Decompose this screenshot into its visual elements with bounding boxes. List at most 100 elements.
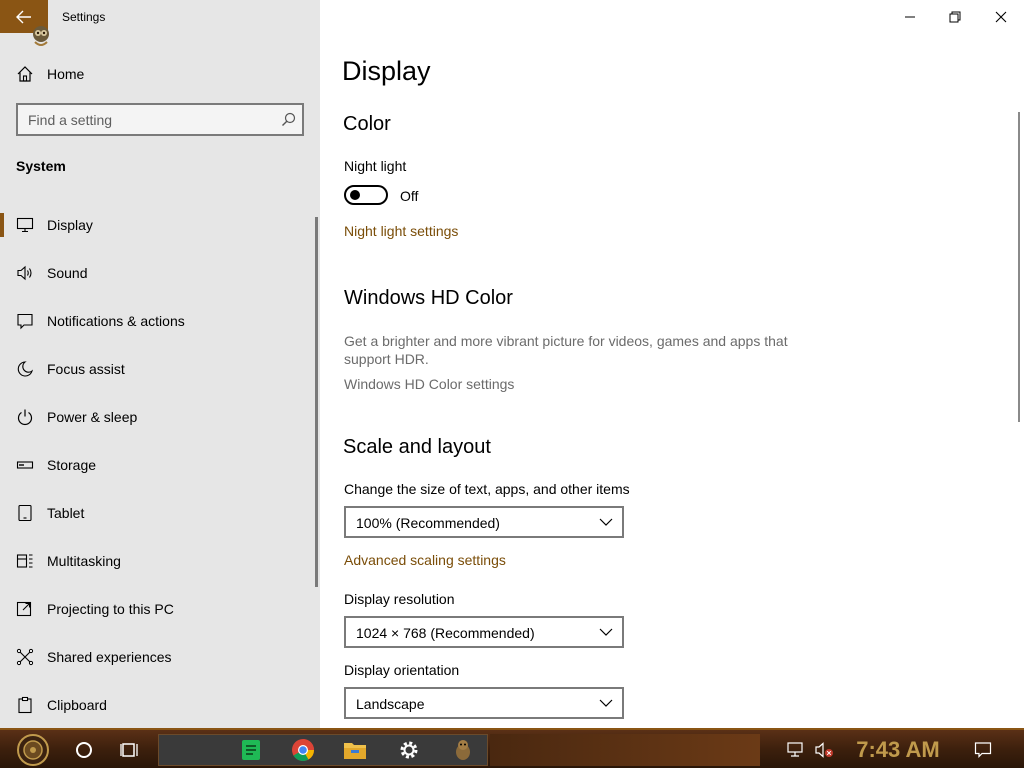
gopher-icon	[456, 740, 470, 760]
chevron-down-icon	[599, 628, 613, 636]
power-icon	[17, 409, 33, 426]
start-gear-icon	[17, 734, 49, 766]
task-view-icon	[120, 743, 138, 757]
scale-layout-heading: Scale and layout	[343, 436, 491, 458]
taskbar: 7:43 AM	[0, 728, 1024, 768]
sidebar-item-clipboard[interactable]: Clipboard	[0, 681, 320, 729]
sidebar-item-multitasking[interactable]: Multitasking	[0, 537, 320, 585]
gopher-app[interactable]	[443, 735, 483, 765]
sidebar-item-focus-assist[interactable]: Focus assist	[0, 345, 320, 393]
network-icon[interactable]	[786, 742, 804, 758]
tablet-icon	[18, 504, 32, 522]
projecting-icon	[16, 601, 32, 617]
search-box[interactable]	[16, 103, 304, 136]
scale-dropdown-value: 100% (Recommended)	[356, 515, 500, 531]
app-title: Settings	[62, 10, 106, 24]
action-center-button[interactable]	[966, 734, 1000, 766]
sidebar-home-label: Home	[47, 66, 85, 82]
night-light-state: Off	[400, 188, 419, 204]
sidebar-item-label: Storage	[47, 457, 97, 473]
clipboard-icon	[18, 696, 32, 714]
close-icon	[995, 11, 1007, 22]
minimize-button[interactable]	[887, 0, 933, 33]
sidebar-item-tablet[interactable]: Tablet	[0, 489, 320, 537]
selection-indicator	[0, 213, 4, 237]
sidebar-item-power-sleep[interactable]: Power & sleep	[0, 393, 320, 441]
night-light-label: Night light	[344, 158, 407, 174]
sidebar-item-label: Projecting to this PC	[47, 601, 174, 617]
avatar	[27, 22, 55, 50]
hd-color-heading: Windows HD Color	[344, 287, 513, 309]
display-settings-page: Display Color Night light Off Night ligh…	[320, 0, 1024, 728]
chevron-down-icon	[599, 699, 613, 707]
volume-muted-icon[interactable]	[814, 742, 835, 758]
orientation-dropdown[interactable]: Landscape	[344, 687, 624, 719]
sidebar-item-label: Shared experiences	[47, 649, 172, 665]
start-button[interactable]	[6, 732, 60, 768]
task-view-button[interactable]	[110, 734, 150, 766]
sidebar-item-projecting[interactable]: Projecting to this PC	[0, 585, 320, 633]
close-button[interactable]	[978, 0, 1024, 33]
color-heading: Color	[343, 113, 391, 135]
search-icon[interactable]	[281, 112, 296, 127]
hd-color-settings-link: Windows HD Color settings	[344, 376, 515, 392]
resolution-dropdown-value: 1024 × 768 (Recommended)	[356, 625, 535, 641]
cortana-circle-icon	[76, 742, 92, 758]
toggle-knob	[350, 190, 360, 200]
sidebar-nav: Display Sound Notifications & actions Fo…	[0, 201, 320, 729]
chrome-app[interactable]	[283, 735, 323, 765]
orientation-label: Display orientation	[344, 662, 460, 678]
folder-icon	[344, 743, 366, 759]
storage-icon	[16, 461, 34, 469]
system-tray	[780, 734, 840, 766]
orientation-dropdown-value: Landscape	[356, 696, 425, 712]
gear-icon	[400, 741, 418, 759]
sidebar-item-label: Display	[47, 217, 93, 233]
page-title: Display	[342, 56, 431, 86]
chrome-icon	[292, 739, 314, 761]
spotify-icon	[242, 740, 260, 760]
sidebar-item-label: Tablet	[47, 505, 85, 521]
night-light-toggle[interactable]	[344, 185, 388, 205]
taskbar-clock[interactable]: 7:43 AM	[846, 735, 950, 765]
cortana-button[interactable]	[64, 734, 104, 766]
taskbar-spacer	[490, 734, 760, 766]
sidebar-item-storage[interactable]: Storage	[0, 441, 320, 489]
notification-icon	[17, 313, 33, 330]
spotify-app[interactable]	[231, 735, 271, 765]
text-size-label: Change the size of text, apps, and other…	[344, 481, 630, 497]
sidebar-item-label: Notifications & actions	[47, 313, 185, 329]
shared-icon	[16, 648, 34, 666]
sidebar-home[interactable]: Home	[0, 58, 320, 90]
sidebar-item-notifications[interactable]: Notifications & actions	[0, 297, 320, 345]
multitasking-icon	[16, 554, 33, 568]
home-icon	[17, 66, 33, 82]
settings-sidebar: Settings Home System	[0, 0, 320, 728]
sidebar-item-label: Sound	[47, 265, 88, 281]
speaker-icon	[17, 265, 32, 281]
advanced-scaling-link[interactable]: Advanced scaling settings	[344, 552, 506, 568]
restore-icon	[949, 11, 961, 22]
sidebar-item-label: Power & sleep	[47, 409, 138, 425]
settings-app[interactable]	[389, 735, 429, 765]
content-scrollbar[interactable]	[1018, 112, 1020, 422]
action-center-icon	[974, 742, 992, 758]
sidebar-item-label: Multitasking	[47, 553, 121, 569]
sidebar-scrollbar[interactable]	[315, 217, 318, 587]
sidebar-item-sound[interactable]: Sound	[0, 249, 320, 297]
moon-icon	[17, 361, 34, 377]
resolution-dropdown[interactable]: 1024 × 768 (Recommended)	[344, 616, 624, 648]
restore-button[interactable]	[932, 0, 978, 33]
taskbar-pinned-apps	[158, 734, 488, 766]
search-input[interactable]	[18, 105, 268, 134]
sidebar-item-shared-experiences[interactable]: Shared experiences	[0, 633, 320, 681]
scale-dropdown[interactable]: 100% (Recommended)	[344, 506, 624, 538]
night-light-settings-link[interactable]: Night light settings	[344, 223, 458, 239]
chevron-down-icon	[599, 518, 613, 526]
resolution-label: Display resolution	[344, 591, 455, 607]
file-explorer-app[interactable]	[335, 735, 375, 765]
sidebar-item-label: Clipboard	[47, 697, 107, 713]
sidebar-item-label: Focus assist	[47, 361, 125, 377]
monitor-icon	[16, 217, 34, 233]
sidebar-item-display[interactable]: Display	[0, 201, 320, 249]
